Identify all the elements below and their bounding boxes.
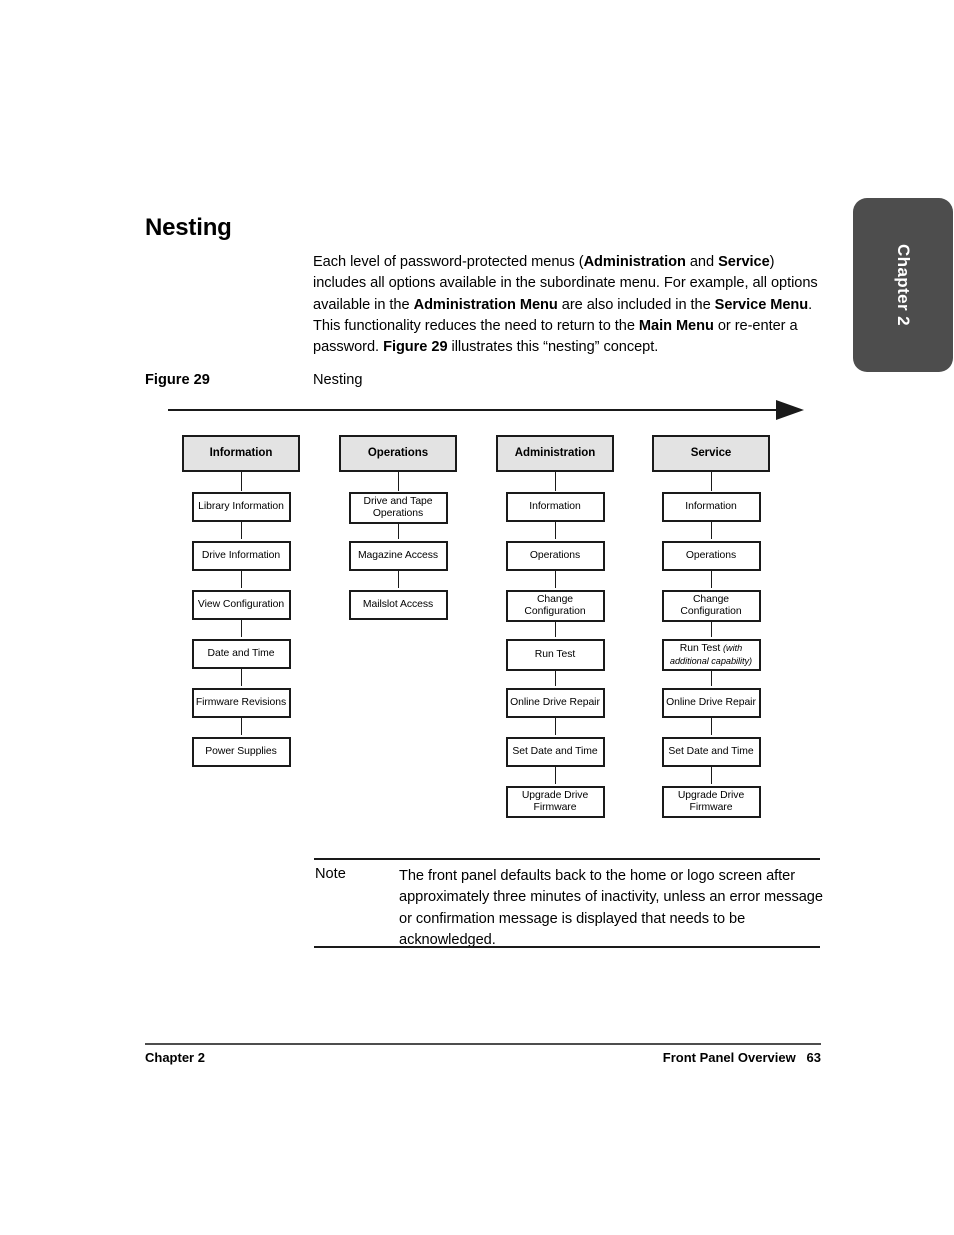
menu-item-line2: Configuration [524, 606, 586, 617]
chapter-tab-label: Chapter 2 [894, 243, 913, 326]
menu-item: View Configuration [191, 590, 291, 637]
footer-page-number: 63 [806, 1050, 821, 1065]
menu-column-administration: Administration Information Operations Ch… [496, 435, 614, 835]
menu-item: Online Drive Repair [661, 688, 761, 735]
intro-paragraph: Each level of password-protected menus (… [313, 252, 825, 358]
menu-item: Upgrade Drive Firmware [505, 786, 605, 818]
menu-column-information: Information Library Information Drive In… [182, 435, 300, 786]
footer-rule [145, 1043, 821, 1045]
chapter-tab: Chapter 2 [853, 198, 953, 372]
menu-column-operations: Operations Drive and Tape Operations Maga… [339, 435, 457, 639]
menu-item-line2: Firmware [689, 802, 733, 813]
term-main-menu: Main Menu [638, 317, 714, 334]
note-text: The front panel defaults back to the hom… [399, 868, 823, 948]
menu-header-service: Service [652, 435, 770, 491]
term-administration: Administration [583, 254, 686, 270]
menu-item-qualifier-1: (with [723, 642, 743, 653]
menu-header-operations: Operations [339, 435, 457, 491]
menu-item-line2: Configuration [680, 606, 742, 617]
menu-item-text: Drive and Tape Operations [364, 496, 433, 521]
menu-item: Mailslot Access [348, 590, 448, 620]
intro-part-2: and [685, 254, 719, 270]
menu-item-qualifier-2: additional capability) [669, 656, 753, 666]
menu-item-line2: Firmware [533, 802, 577, 813]
menu-item: Run Test [505, 639, 605, 686]
menu-column-service: Service Information Operations Change Con… [652, 435, 770, 835]
intro-part-4: are also included in the [557, 296, 715, 313]
menu-item: Set Date and Time [505, 737, 605, 784]
menu-item: Operations [505, 541, 605, 588]
intro-part-7: illustrates this “nesting” concept. [447, 339, 659, 356]
menu-item-line1: Run Test [679, 642, 724, 654]
menu-header-administration: Administration [496, 435, 614, 491]
page-title: Nesting [145, 214, 232, 241]
intro-part-1: Each level of password-protected menus ( [313, 254, 584, 270]
menu-item: Change Configuration [505, 590, 605, 637]
menu-item-line2: Operations [372, 508, 424, 519]
note-rule-bottom [314, 946, 820, 948]
note-label: Note [315, 866, 346, 882]
menu-item: Drive and Tape Operations [348, 492, 448, 539]
menu-item: Drive Information [191, 541, 291, 588]
menu-item: Date and Time [191, 639, 291, 686]
document-page: Chapter 2 Nesting Each level of password… [0, 0, 954, 1235]
menu-item-line1: Change [692, 593, 730, 605]
menu-item-line1: Change [536, 593, 574, 605]
menu-item-text: Run Test (with additional capability) [670, 642, 752, 669]
menu-item: Information [661, 492, 761, 539]
menu-item-line1: Drive and Tape [363, 495, 433, 507]
menu-item: Firmware Revisions [191, 688, 291, 735]
menu-item: Change Configuration [661, 590, 761, 637]
figure-title: Nesting [313, 372, 363, 388]
menu-item-line1: Upgrade Drive [521, 789, 589, 801]
figure-reference: Figure 29 [383, 339, 448, 356]
menu-item: Online Drive Repair [505, 688, 605, 735]
menu-item-run-test: Run Test (with additional capability) [661, 639, 761, 686]
menu-item: Power Supplies [191, 737, 291, 767]
menu-item-text: Upgrade Drive Firmware [678, 790, 744, 815]
menu-header-information: Information [182, 435, 300, 491]
menu-item: Information [505, 492, 605, 539]
term-service: Service [718, 254, 770, 270]
menu-item: Library Information [191, 492, 291, 539]
term-service-menu: Service Menu [714, 296, 809, 313]
term-administration-menu: Administration Menu [413, 296, 558, 313]
arrow-right-icon [776, 400, 804, 420]
menu-item: Operations [661, 541, 761, 588]
menu-item-text: Change Configuration [680, 594, 741, 619]
figure-label: Figure 29 [145, 372, 210, 388]
note-rule-top [314, 858, 820, 860]
menu-item-text: Change Configuration [524, 594, 585, 619]
menu-item: Magazine Access [348, 541, 448, 588]
menu-item: Upgrade Drive Firmware [661, 786, 761, 818]
flow-axis-line [168, 409, 778, 411]
menu-item-line1: Upgrade Drive [677, 789, 745, 801]
menu-item-text: Upgrade Drive Firmware [522, 790, 588, 815]
menu-item: Set Date and Time [661, 737, 761, 784]
footer-section: Front Panel Overview 63 [663, 1050, 821, 1065]
footer-section-label: Front Panel Overview [662, 1050, 796, 1065]
footer-chapter: Chapter 2 [145, 1050, 205, 1065]
